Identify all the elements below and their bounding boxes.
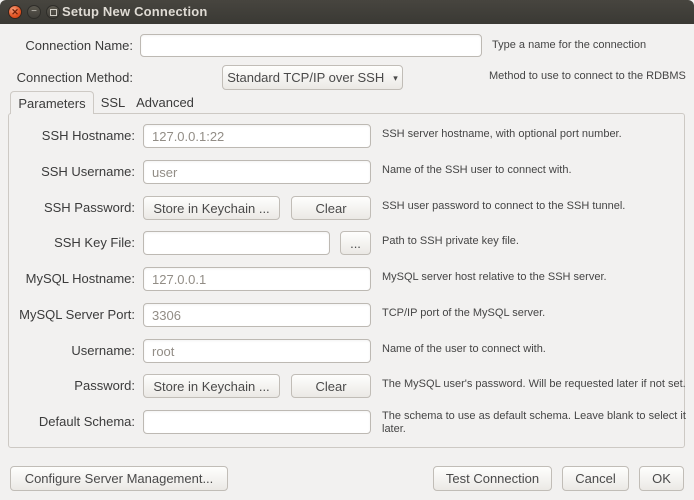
mysql-password-keychain-label: Store in Keychain ... [153, 379, 269, 394]
ssh-username-label: SSH Username: [16, 164, 135, 179]
ok-label: OK [652, 471, 671, 486]
ssh-password-keychain-button[interactable]: Store in Keychain ... [143, 196, 280, 220]
mysql-hostname-label: MySQL Hostname: [16, 271, 135, 286]
minimize-icon: − [31, 7, 37, 17]
tab-ssl-label: SSL [101, 95, 126, 110]
window-title: Setup New Connection [62, 4, 208, 19]
ssh-username-hint: Name of the SSH user to connect with. [382, 164, 690, 177]
default-schema-input[interactable] [143, 410, 371, 434]
username-input[interactable] [143, 339, 371, 363]
tab-advanced-label: Advanced [136, 95, 194, 110]
tab-ssl[interactable]: SSL [94, 91, 132, 114]
ok-button[interactable]: OK [639, 466, 684, 491]
default-schema-label: Default Schema: [16, 414, 135, 429]
configure-server-management-label: Configure Server Management... [25, 471, 214, 486]
tab-parameters-label: Parameters [18, 96, 85, 111]
connection-name-hint: Type a name for the connection [492, 39, 682, 52]
connection-method-value: Standard TCP/IP over SSH [227, 70, 384, 85]
ssh-password-hint: SSH user password to connect to the SSH … [382, 200, 690, 213]
mysql-port-label: MySQL Server Port: [16, 307, 135, 322]
ssh-keyfile-browse-label: ... [350, 236, 361, 251]
mysql-password-clear-button[interactable]: Clear [291, 374, 371, 398]
title-bar: ✕ − Setup New Connection [0, 0, 694, 24]
ssh-keyfile-label: SSH Key File: [16, 235, 135, 250]
ssh-hostname-input[interactable] [143, 124, 371, 148]
ssh-hostname-label: SSH Hostname: [16, 128, 135, 143]
ssh-username-input[interactable] [143, 160, 371, 184]
ssh-password-keychain-label: Store in Keychain ... [153, 201, 269, 216]
connection-method-dropdown[interactable]: Standard TCP/IP over SSH ▾ [222, 65, 403, 90]
mysql-hostname-hint: MySQL server host relative to the SSH se… [382, 271, 690, 284]
ssh-hostname-hint: SSH server hostname, with optional port … [382, 128, 690, 141]
mysql-port-hint: TCP/IP port of the MySQL server. [382, 307, 690, 320]
test-connection-button[interactable]: Test Connection [433, 466, 552, 491]
mysql-password-clear-label: Clear [315, 379, 346, 394]
mysql-password-hint: The MySQL user's password. Will be reque… [382, 378, 690, 391]
mysql-password-keychain-button[interactable]: Store in Keychain ... [143, 374, 280, 398]
mysql-password-label: Password: [16, 378, 135, 393]
default-schema-hint: The schema to use as default schema. Lea… [382, 410, 690, 436]
ssh-keyfile-input[interactable] [143, 231, 330, 255]
cancel-label: Cancel [575, 471, 615, 486]
close-button[interactable]: ✕ [8, 5, 22, 19]
maximize-icon [50, 9, 57, 16]
cancel-button[interactable]: Cancel [562, 466, 629, 491]
close-icon: ✕ [11, 8, 19, 17]
ssh-password-label: SSH Password: [16, 200, 135, 215]
ssh-keyfile-hint: Path to SSH private key file. [382, 235, 690, 248]
configure-server-management-button[interactable]: Configure Server Management... [10, 466, 228, 491]
connection-method-label: Connection Method: [8, 70, 133, 85]
tab-parameters[interactable]: Parameters [10, 91, 94, 114]
connection-method-hint: Method to use to connect to the RDBMS [489, 70, 689, 83]
tab-advanced[interactable]: Advanced [132, 91, 198, 114]
mysql-hostname-input[interactable] [143, 267, 371, 291]
chevron-down-icon: ▾ [393, 71, 398, 84]
test-connection-label: Test Connection [446, 471, 539, 486]
minimize-button[interactable]: − [27, 5, 41, 19]
username-hint: Name of the user to connect with. [382, 343, 690, 356]
ssh-keyfile-browse-button[interactable]: ... [340, 231, 371, 255]
connection-name-input[interactable] [140, 34, 482, 57]
username-label: Username: [16, 343, 135, 358]
connection-name-label: Connection Name: [8, 38, 133, 53]
ssh-password-clear-label: Clear [315, 201, 346, 216]
ssh-password-clear-button[interactable]: Clear [291, 196, 371, 220]
maximize-button[interactable] [46, 5, 60, 19]
mysql-port-input[interactable] [143, 303, 371, 327]
